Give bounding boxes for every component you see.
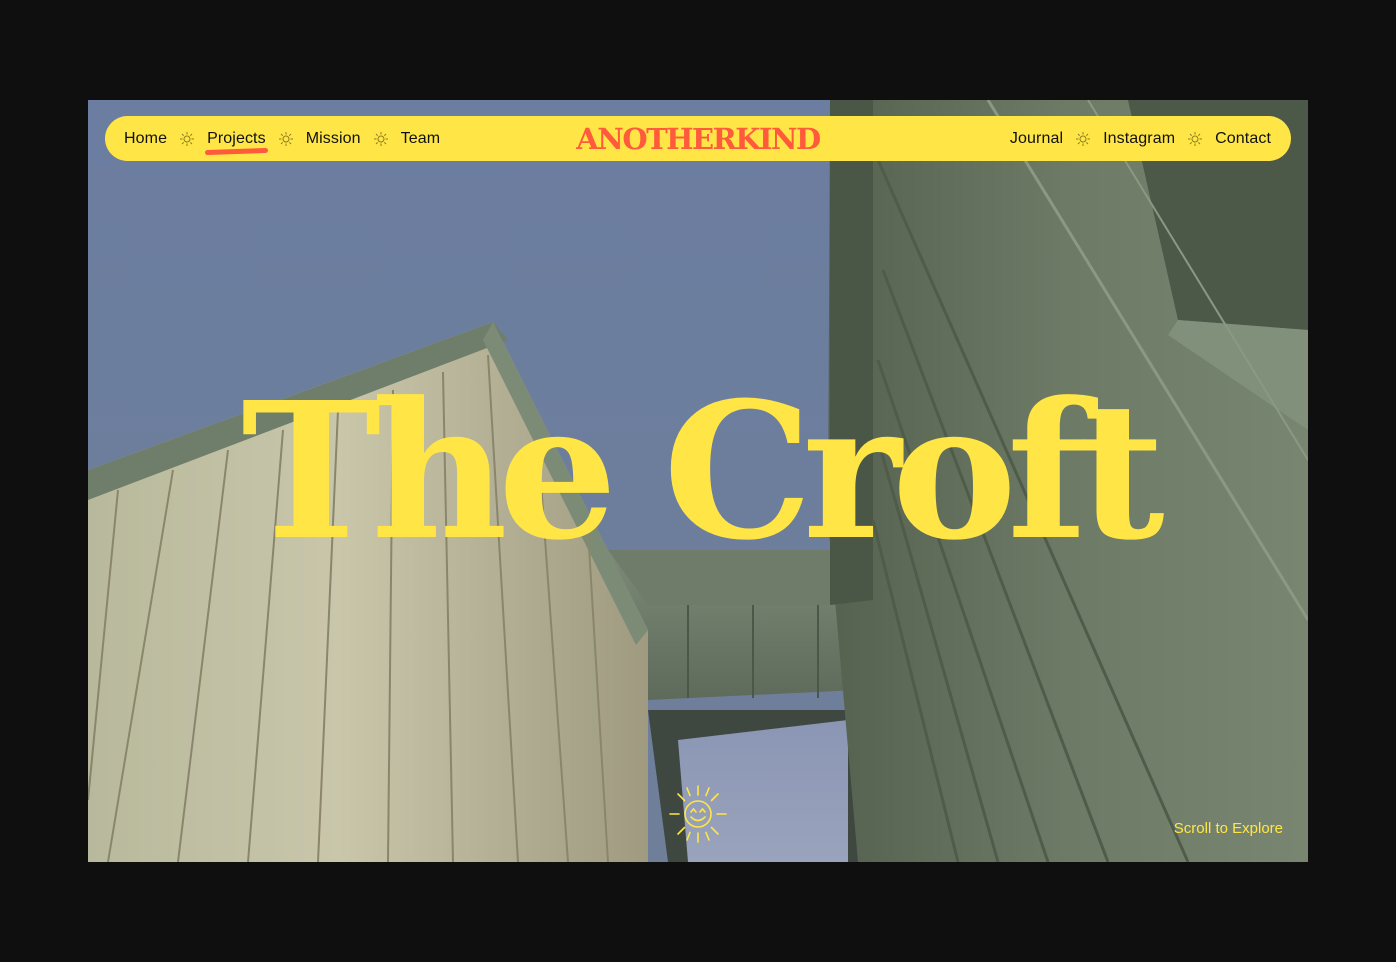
scroll-to-explore-link[interactable]: Scroll to Explore [1174,820,1283,837]
brand-logo[interactable]: ANOTHERKIND [576,122,821,156]
nav-right-group: Journal Instagram Contact [1010,130,1271,148]
nav-left-group: Home Projects Mission Team [124,130,440,148]
sun-separator-icon [278,131,293,146]
nav-link-mission[interactable]: Mission [306,130,361,148]
nav-link-projects[interactable]: Projects [207,130,266,148]
sun-separator-icon [1188,131,1203,146]
nav-link-home[interactable]: Home [124,130,167,148]
smiling-sun-icon [669,785,727,843]
nav-link-instagram[interactable]: Instagram [1103,130,1175,148]
nav-link-journal[interactable]: Journal [1010,130,1063,148]
top-navigation-bar: Home Projects Mission Team ANOTHERKIND J… [105,116,1291,161]
hero-section: Home Projects Mission Team ANOTHERKIND J… [88,100,1308,862]
nav-link-contact[interactable]: Contact [1215,130,1271,148]
sun-separator-icon [373,131,388,146]
sun-separator-icon [1076,131,1091,146]
hero-title: The Croft [241,361,1164,582]
sun-separator-icon [180,131,195,146]
nav-link-team[interactable]: Team [401,130,441,148]
